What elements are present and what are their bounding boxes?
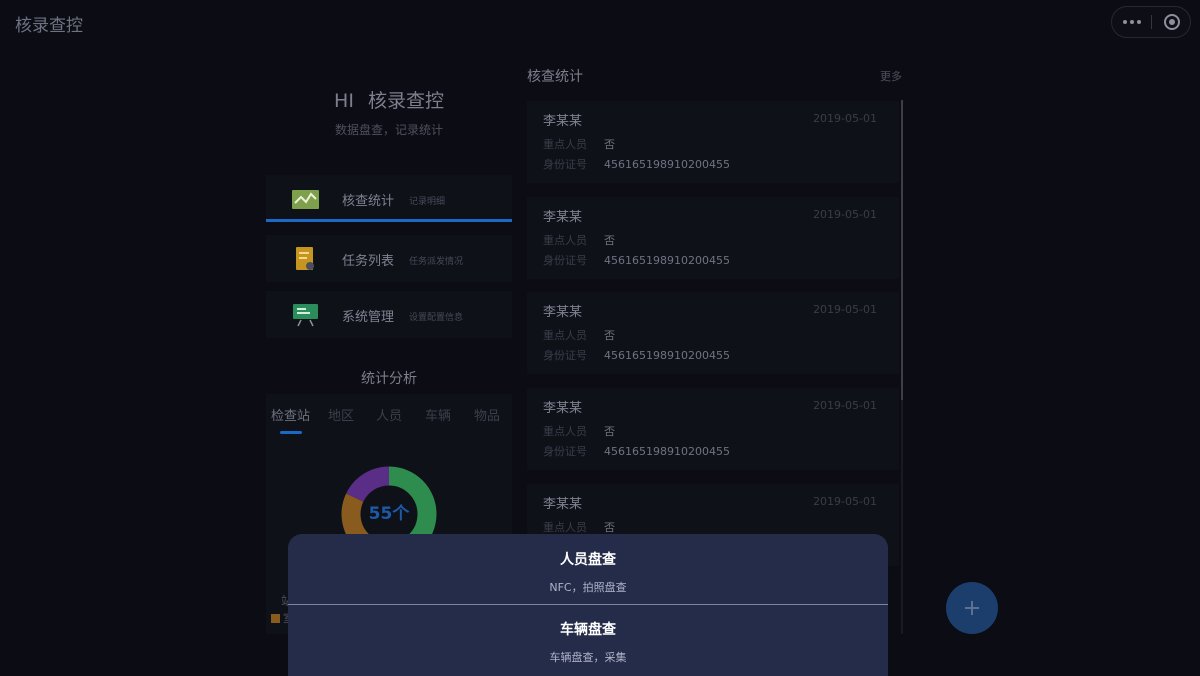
record-date: 2019-05-01: [813, 112, 877, 125]
menu-desc: 任务派发情况: [409, 257, 464, 267]
menu-item-task-list[interactable]: 任务列表 任务派发情况: [266, 235, 512, 282]
record-key-person-value: 否: [604, 521, 615, 534]
tab-checkpoint[interactable]: 检查站: [271, 405, 310, 424]
record-id-row: 身份证号 456165198910200455: [543, 252, 730, 268]
record-key-person-label: 重点人员: [543, 234, 587, 247]
scrollbar-thumb[interactable]: [901, 100, 903, 400]
more-menu-icon[interactable]: [1112, 7, 1151, 37]
menu-label: 系统管理: [342, 310, 395, 325]
record-key-person-row: 重点人员 否: [543, 423, 615, 439]
record-key-person-value: 否: [604, 234, 615, 247]
miniapp-capsule: [1111, 6, 1191, 38]
option-desc: NFC，拍照盘查: [549, 581, 627, 594]
record-id-row: 身份证号 456165198910200455: [543, 156, 730, 172]
record-date: 2019-05-01: [813, 495, 877, 508]
record-name: 李某某: [543, 497, 583, 512]
record-key-person-value: 否: [604, 138, 615, 151]
record-id-label: 身份证号: [543, 254, 587, 267]
tab-underline: [280, 431, 302, 434]
stats-title: 统计分析: [361, 371, 417, 387]
top-bar: 核录查控: [0, 0, 1200, 44]
record-name: 李某某: [543, 114, 583, 129]
tab-item[interactable]: 物品: [474, 405, 500, 424]
record-id-label: 身份证号: [543, 445, 587, 458]
more-link[interactable]: 更多: [880, 68, 902, 84]
option-title: 车辆盘查: [560, 622, 616, 638]
greeting-hi: HI: [334, 90, 354, 112]
tab-vehicle[interactable]: 车辆: [425, 405, 451, 424]
record-name: 李某某: [543, 210, 583, 225]
option-desc: 车辆盘查，采集: [549, 651, 627, 664]
action-sheet: 人员盘查 NFC，拍照盘查 车辆盘查 车辆盘查，采集: [288, 534, 888, 676]
option-title: 人员盘查: [560, 552, 616, 568]
tab-person[interactable]: 人员: [376, 405, 402, 424]
board-icon: [293, 304, 318, 327]
app-title: 核录查控: [15, 16, 83, 36]
record-date: 2019-05-01: [813, 399, 877, 412]
record-id-label: 身份证号: [543, 349, 587, 362]
record-key-person-value: 否: [604, 425, 615, 438]
add-button[interactable]: [946, 582, 998, 634]
record-key-person-label: 重点人员: [543, 521, 587, 534]
tab-region[interactable]: 地区: [328, 405, 354, 424]
chart-icon: [292, 190, 319, 209]
donut-center-label: 55个: [368, 504, 410, 524]
record-name: 李某某: [543, 305, 583, 320]
record-card[interactable]: 李某某 2019-05-01 重点人员 否身份证号 456165198910200455: [527, 101, 899, 183]
records-title: 核查统计: [527, 69, 583, 85]
record-key-person-row: 重点人员 否: [543, 327, 615, 343]
menu-desc: 设置配置信息: [409, 313, 464, 323]
record-id-row: 身份证号 456165198910200455: [543, 347, 730, 363]
menu-desc: 记录明细: [409, 197, 446, 207]
menu-item-system-settings[interactable]: 系统管理 设置配置信息: [266, 291, 512, 338]
record-key-person-label: 重点人员: [543, 425, 587, 438]
record-key-person-value: 否: [604, 329, 615, 342]
record-id-value: 456165198910200455: [604, 158, 730, 171]
record-key-person-row: 重点人员 否: [543, 519, 615, 535]
sheet-divider: [288, 604, 888, 605]
record-id-value: 456165198910200455: [604, 349, 730, 362]
record-key-person-row: 重点人员 否: [543, 136, 615, 152]
record-date: 2019-05-01: [813, 303, 877, 316]
record-card[interactable]: 李某某 2019-05-01 重点人员 否身份证号 456165198910200455: [527, 197, 899, 279]
record-card[interactable]: 李某某 2019-05-01 重点人员 否身份证号 456165198910200455: [527, 292, 899, 374]
record-key-person-row: 重点人员 否: [543, 232, 615, 248]
record-id-row: 身份证号 456165198910200455: [543, 443, 730, 459]
legend-swatch: [271, 614, 280, 623]
task-icon: [296, 247, 314, 270]
record-id-label: 身份证号: [543, 158, 587, 171]
greeting-subtitle: 数据盘查，记录统计: [334, 123, 443, 137]
menu-label: 核查统计: [342, 194, 395, 209]
option-vehicle-check[interactable]: 车辆盘查 车辆盘查，采集: [288, 619, 888, 665]
record-key-person-label: 重点人员: [543, 329, 587, 342]
record-card[interactable]: 李某某 2019-05-01 重点人员 否身份证号 456165198910200455: [527, 388, 899, 470]
record-name: 李某某: [543, 401, 583, 416]
greeting: HI 核录查控: [266, 86, 512, 113]
option-person-check[interactable]: 人员盘查 NFC，拍照盘查: [288, 549, 888, 595]
menu-item-check-stats[interactable]: 核查统计 记录明细: [266, 175, 512, 222]
record-id-value: 456165198910200455: [604, 445, 730, 458]
record-date: 2019-05-01: [813, 208, 877, 221]
greeting-name: 核录查控: [367, 90, 444, 112]
record-id-value: 456165198910200455: [604, 254, 730, 267]
capsule-divider: [1151, 15, 1152, 29]
close-target-icon[interactable]: [1164, 14, 1180, 30]
record-key-person-label: 重点人员: [543, 138, 587, 151]
menu-label: 任务列表: [342, 254, 395, 269]
